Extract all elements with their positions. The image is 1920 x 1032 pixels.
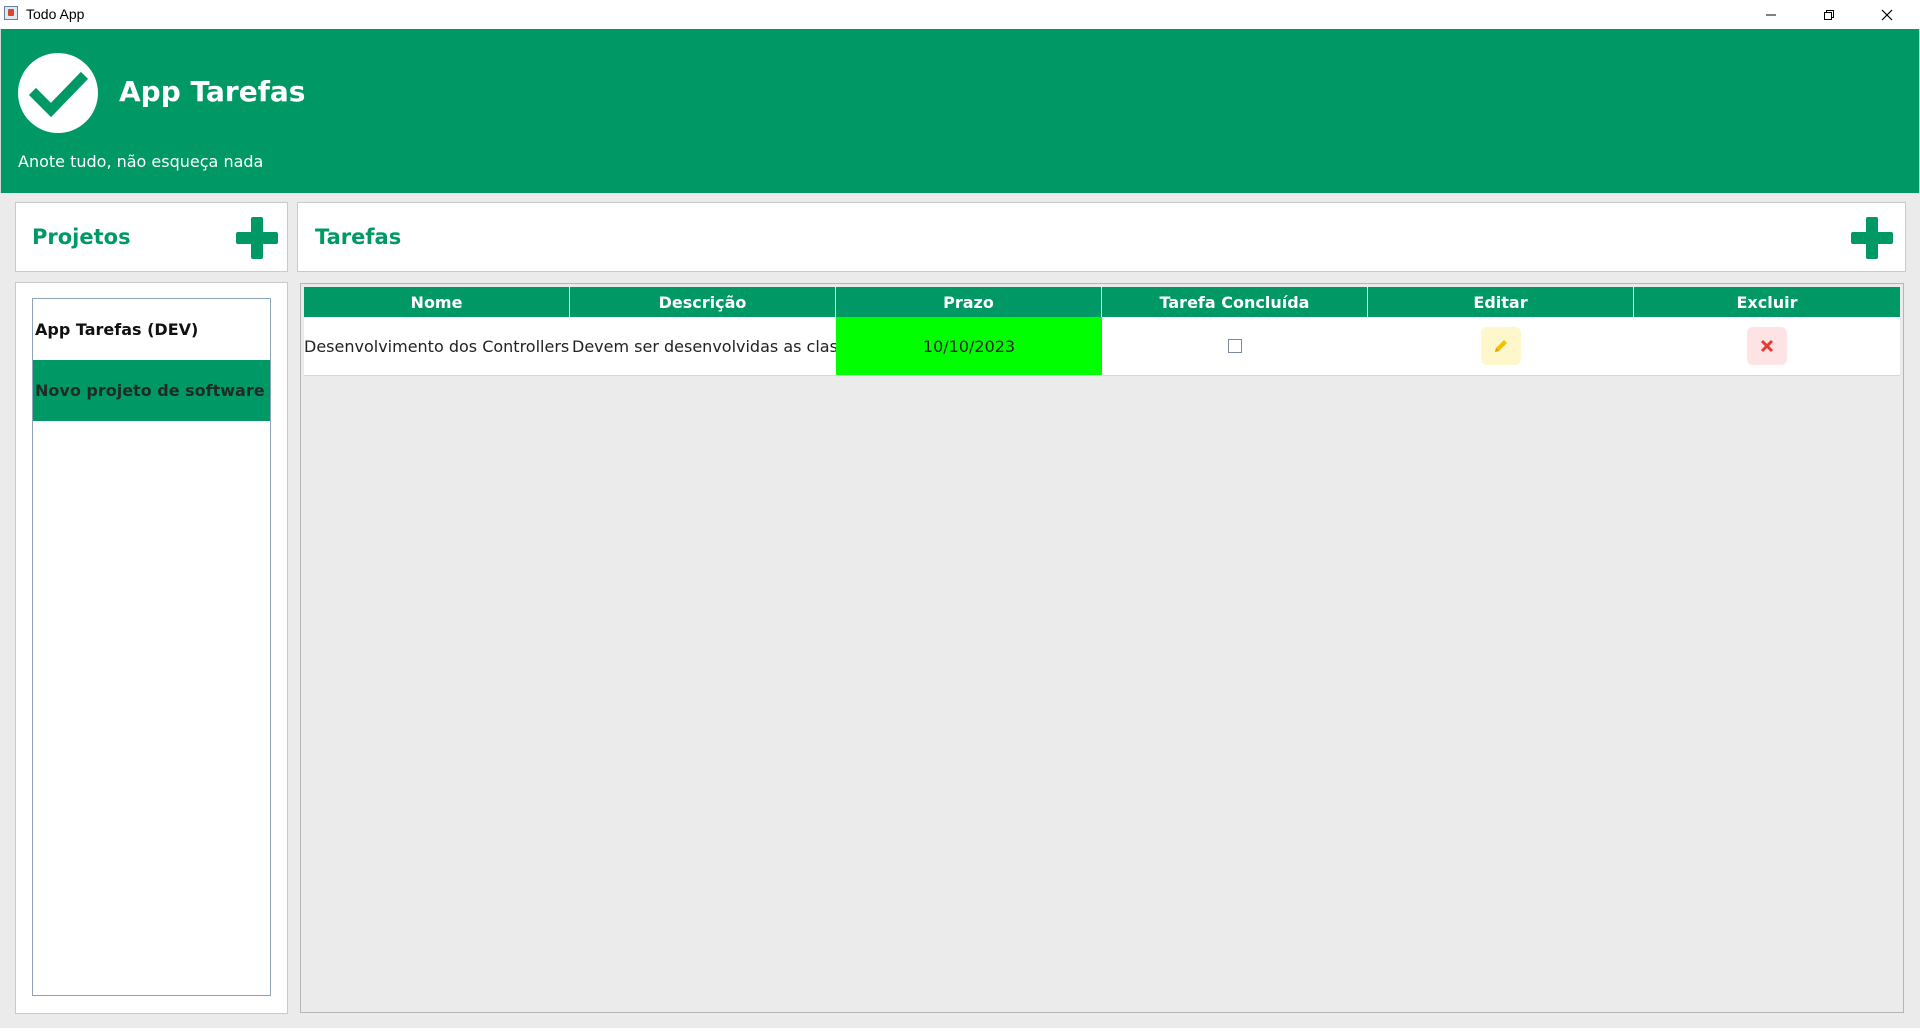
table-header: Nome Descrição Prazo Tarefa Concluída Ed… — [304, 287, 1900, 317]
minimize-button[interactable] — [1742, 0, 1800, 29]
java-app-icon — [4, 6, 18, 20]
plus-icon — [236, 217, 278, 259]
delete-task-button[interactable] — [1747, 327, 1787, 365]
app-subtitle: Anote tudo, não esqueça nada — [18, 152, 264, 171]
project-item-label: Novo projeto de software — [35, 381, 265, 400]
task-description-cell[interactable]: Devem ser desenvolvidas as clas... — [570, 317, 836, 375]
projects-title: Projetos — [32, 225, 131, 249]
close-window-button[interactable] — [1858, 0, 1916, 29]
close-icon — [1881, 9, 1893, 20]
task-delete-cell — [1634, 317, 1900, 375]
project-item-label: App Tarefas (DEV) — [35, 320, 199, 339]
app-header: App Tarefas Anote tudo, não esqueça nada — [0, 29, 1920, 193]
tasks-table: Nome Descrição Prazo Tarefa Concluída Ed… — [300, 283, 1904, 1013]
add-project-button[interactable] — [236, 217, 278, 259]
column-header-editar[interactable]: Editar — [1368, 287, 1634, 317]
pencil-icon — [1495, 340, 1507, 352]
restore-icon — [1824, 9, 1834, 20]
window-title: Todo App — [26, 6, 85, 22]
add-task-button[interactable] — [1851, 217, 1893, 259]
task-deadline-cell[interactable]: 10/10/2023 — [836, 317, 1102, 375]
app-title: App Tarefas — [119, 75, 306, 108]
column-header-excluir[interactable]: Excluir — [1634, 287, 1900, 317]
column-header-descricao[interactable]: Descrição — [570, 287, 836, 317]
projects-header-panel: Projetos — [15, 202, 288, 272]
table-row[interactable]: Desenvolvimento dos Controllers Devem se… — [304, 317, 1900, 376]
task-completed-checkbox[interactable] — [1228, 339, 1242, 353]
close-icon — [1760, 339, 1774, 353]
tasks-header-panel: Tarefas — [297, 202, 1906, 272]
column-header-prazo[interactable]: Prazo — [836, 287, 1102, 317]
restore-button[interactable] — [1800, 0, 1858, 29]
task-completed-cell — [1102, 317, 1368, 375]
project-list[interactable]: App Tarefas (DEV) Novo projeto de softwa… — [32, 298, 271, 996]
check-circle-icon — [18, 53, 98, 133]
project-item-novo-projeto[interactable]: Novo projeto de software — [33, 360, 270, 421]
edit-task-button[interactable] — [1481, 327, 1521, 365]
plus-icon — [1851, 217, 1893, 259]
window-titlebar: Todo App — [0, 0, 1920, 29]
task-name-cell[interactable]: Desenvolvimento dos Controllers — [304, 317, 570, 375]
minimize-icon — [1766, 14, 1776, 15]
task-edit-cell — [1368, 317, 1634, 375]
project-item-app-tarefas[interactable]: App Tarefas (DEV) — [33, 299, 270, 360]
window-bottom-edge — [0, 1028, 1920, 1032]
column-header-nome[interactable]: Nome — [304, 287, 570, 317]
column-header-concluida[interactable]: Tarefa Concluída — [1102, 287, 1368, 317]
tasks-title: Tarefas — [315, 225, 402, 249]
